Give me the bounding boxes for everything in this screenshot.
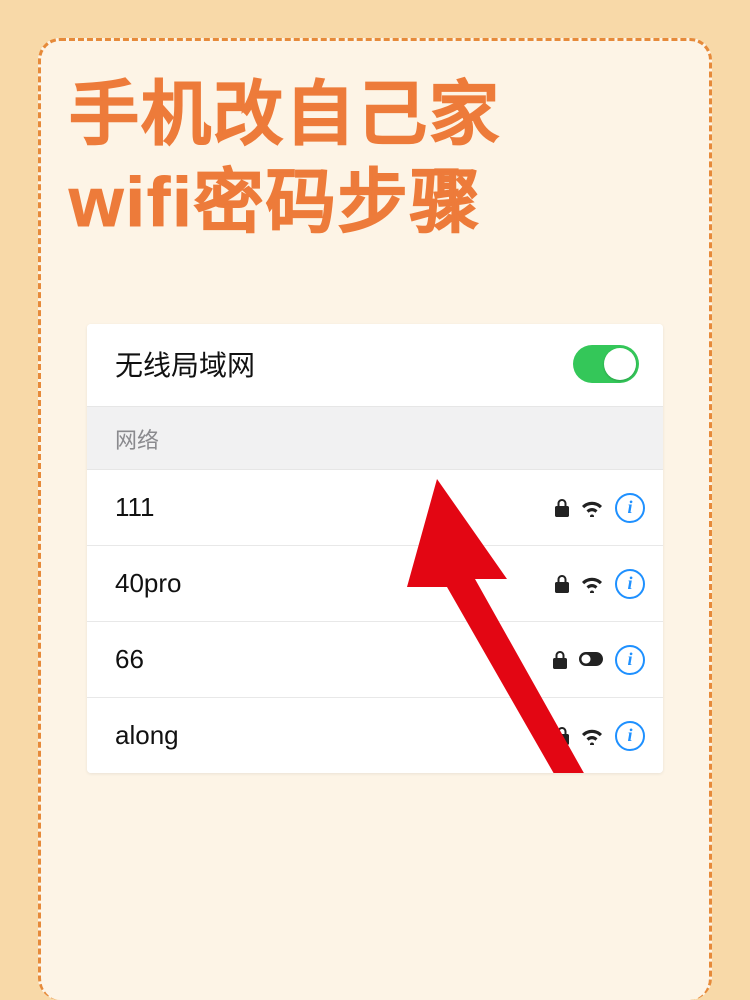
lock-icon [555,499,569,517]
toggle-knob [604,348,636,380]
wlan-toggle-row: 无线局域网 [87,324,663,407]
network-name: 111 [115,492,155,523]
wlan-label: 无线局域网 [115,344,255,384]
hotspot-icon [579,652,603,668]
info-icon[interactable]: i [615,569,645,599]
networks-section-header: 网络 [87,407,663,470]
row-icons: i [555,493,645,523]
lock-icon [555,575,569,593]
title-line-2: wifi密码步骤 [69,159,681,247]
network-row[interactable]: 40pro i [87,546,663,622]
title-line-1: 手机改自己家 [69,71,681,159]
lock-icon [553,651,567,669]
info-icon[interactable]: i [615,645,645,675]
wifi-settings-panel: 无线局域网 网络 111 i [87,324,663,773]
network-name: 40pro [115,568,182,599]
wifi-icon [581,575,603,593]
row-icons: i [553,645,645,675]
screenshot-container: 无线局域网 网络 111 i [69,324,681,773]
network-row[interactable]: along i [87,698,663,773]
content-frame: 手机改自己家 wifi密码步骤 无线局域网 网络 111 [38,38,712,1000]
network-row[interactable]: 66 i [87,622,663,698]
info-icon[interactable]: i [615,721,645,751]
network-list: 111 i 40pro [87,470,663,773]
lock-icon [555,727,569,745]
page-title: 手机改自己家 wifi密码步骤 [69,71,681,246]
row-icons: i [555,569,645,599]
wlan-toggle[interactable] [573,345,639,383]
info-icon[interactable]: i [615,493,645,523]
network-name: along [115,720,179,751]
network-row[interactable]: 111 i [87,470,663,546]
row-icons: i [555,721,645,751]
wifi-icon [581,727,603,745]
network-name: 66 [115,644,144,675]
wifi-icon [581,499,603,517]
